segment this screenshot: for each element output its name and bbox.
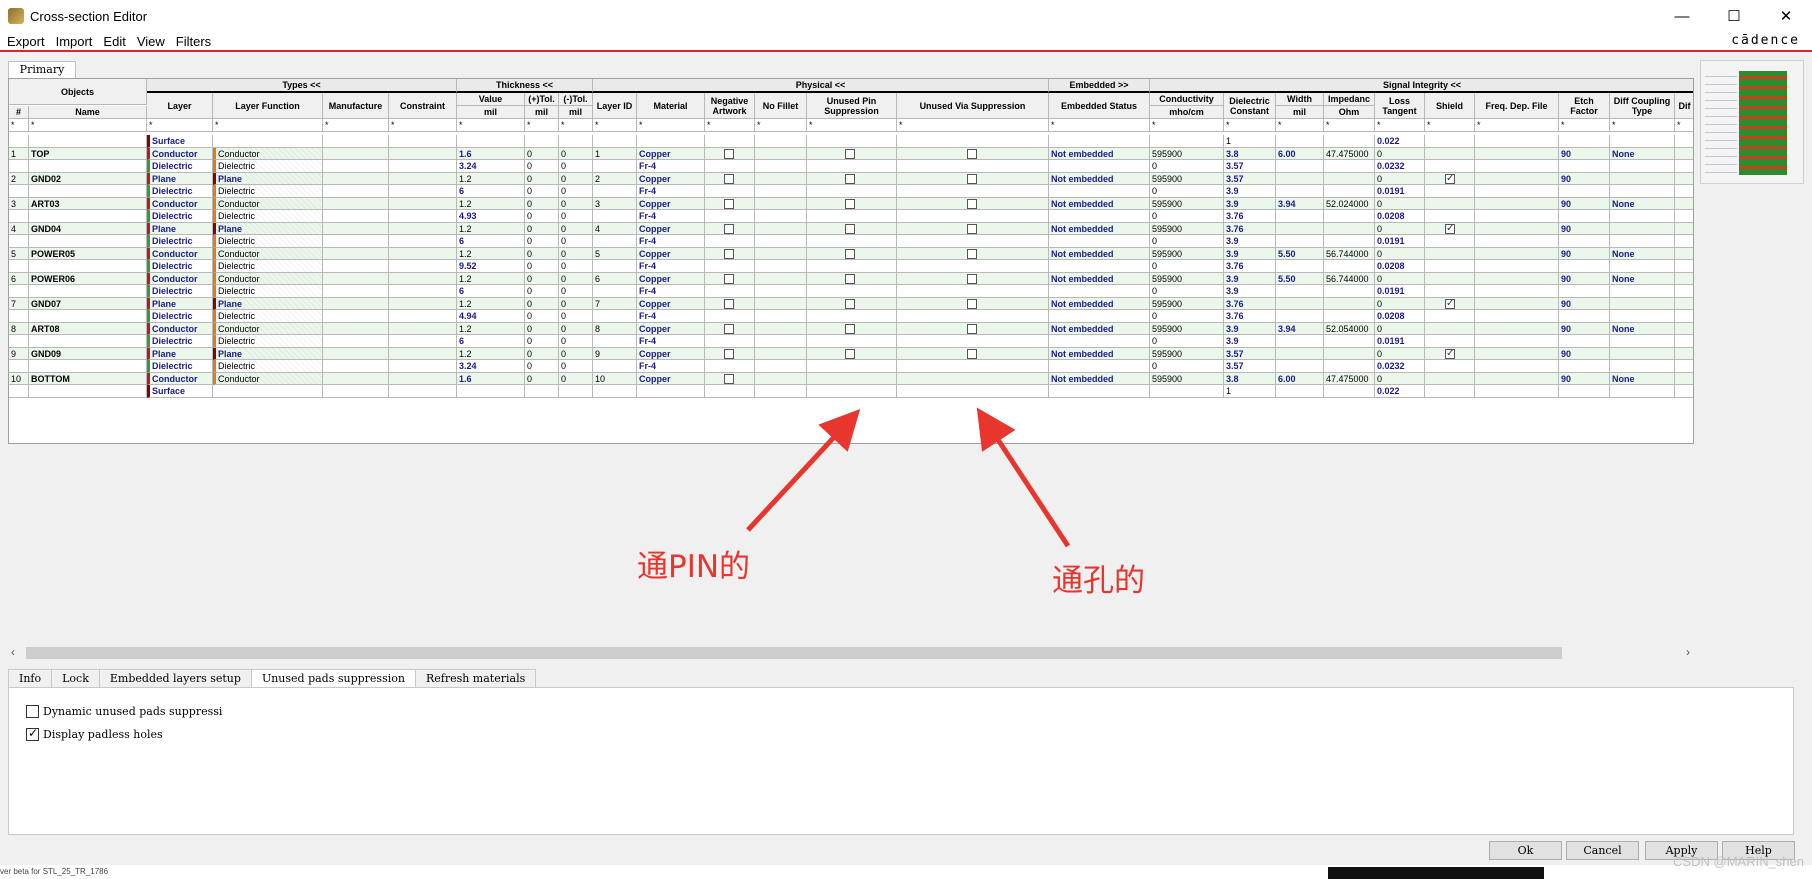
annotation-pin-label: 通PIN的 [637,549,751,585]
taskbar-dark-region [1328,867,1544,879]
annotation-arrow-pin [746,409,861,532]
taskbar-strip [0,865,1812,879]
annotation-arrow-via [976,407,1071,548]
watermark: CSDN @MARIN_shen [1673,854,1804,869]
annotation-overlay [746,407,1071,548]
annotation-via-label: 通孔的 [1052,563,1145,599]
status-fragment: ver beta for STL_25_TR_1786 [0,867,109,876]
